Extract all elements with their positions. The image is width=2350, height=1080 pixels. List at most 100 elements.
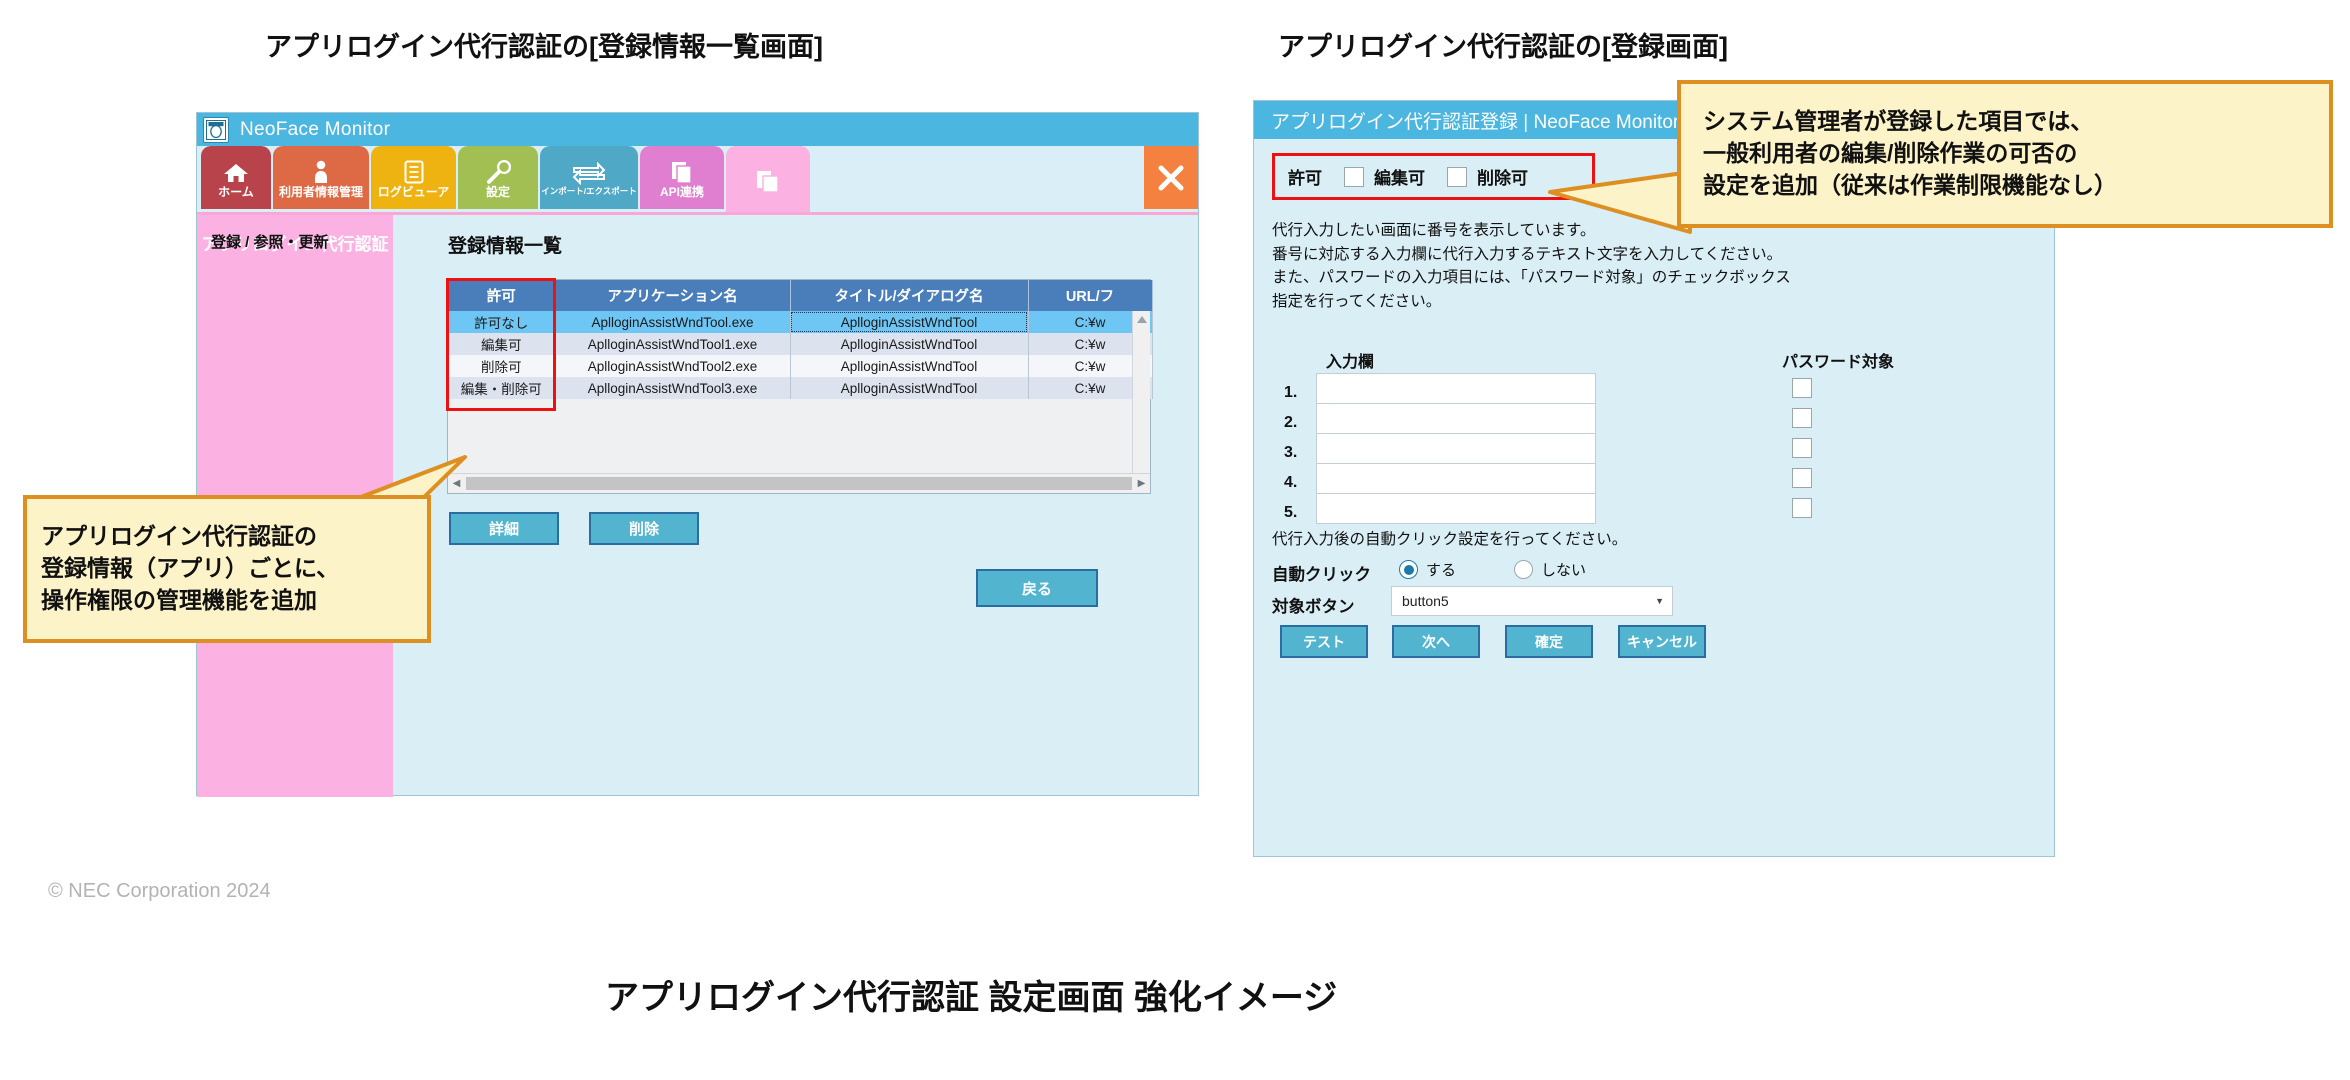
- instruction-line-3: また、パスワードの入力項目には、「パスワード対象」のチェックボックス: [1272, 269, 1791, 287]
- bottom-caption: アプリログイン代行認証 設定画面 強化イメージ: [605, 979, 1338, 1017]
- tab-api-link-label: API連携: [659, 184, 704, 199]
- sidebar-item-register-view-update[interactable]: 登録 / 参照・更新: [211, 231, 329, 252]
- target-button-value: button5: [1402, 593, 1449, 609]
- tab-log-viewer[interactable]: ログビューア: [371, 146, 456, 209]
- table-row[interactable]: 編集・削除可 AplloginAssistWndTool3.exe Apllog…: [448, 377, 1153, 399]
- next-button[interactable]: 次へ: [1392, 625, 1480, 658]
- password-checkbox-1[interactable]: [1792, 378, 1812, 398]
- close-button[interactable]: [1144, 146, 1198, 209]
- copyright-notice: © NEC Corporation 2024: [48, 880, 271, 902]
- input-row-number-1: 1.: [1284, 384, 1298, 401]
- home-icon: [223, 158, 249, 184]
- right-callout-line-3: 設定を追加（従来は作業制限機能なし）: [1703, 171, 2117, 198]
- tab-home-label: ホーム: [218, 184, 254, 199]
- test-button[interactable]: テスト: [1280, 625, 1368, 658]
- cell-title: AplloginAssistWndTool: [790, 377, 1029, 399]
- instructions-block: 代行入力したい画面に番号を表示しています。 番号に対応する入力欄に代行入力するテ…: [1272, 219, 1791, 313]
- right-window-title: アプリログイン代行認証登録 | NeoFace Monitor: [1271, 111, 1680, 133]
- input-row-number-5: 5.: [1284, 504, 1298, 521]
- cell-application: AplloginAssistWndTool2.exe: [555, 355, 791, 377]
- input-field-4[interactable]: [1316, 463, 1596, 494]
- cell-permission: 許可なし: [448, 311, 556, 333]
- left-callout-line-3: 操作権限の管理機能を追加: [41, 586, 317, 613]
- neoface-logo-icon: [203, 116, 229, 143]
- edit-allowed-label: 編集可: [1374, 169, 1425, 188]
- table-row[interactable]: 編集可 AplloginAssistWndTool1.exe AplloginA…: [448, 333, 1153, 355]
- cell-title: AplloginAssistWndTool: [790, 355, 1029, 377]
- autoclick-note: 代行入力後の自動クリック設定を行ってください。: [1272, 531, 1628, 548]
- tab-user-management-label: 利用者情報管理: [278, 184, 363, 199]
- autoclick-option-yes[interactable]: する: [1399, 559, 1456, 580]
- table-row[interactable]: 削除可 AplloginAssistWndTool2.exe AplloginA…: [448, 355, 1153, 377]
- target-button-select[interactable]: button5 ▼: [1391, 586, 1673, 616]
- input-field-2[interactable]: [1316, 403, 1596, 434]
- instruction-line-2: 番号に対応する入力欄に代行入力するテキスト文字を入力してください。: [1272, 245, 1783, 263]
- registration-list-window: NeoFace Monitor ホーム 利用者情報管理 ログビューア 設定 イン…: [196, 112, 1199, 797]
- autoclick-no-radio[interactable]: [1514, 560, 1533, 579]
- right-callout: システム管理者が登録した項目では、 一般利用者の編集/削除作業の可否の 設定を追…: [1677, 80, 2333, 228]
- back-button[interactable]: 戻る: [976, 569, 1098, 607]
- tab-app-login-proxy[interactable]: [726, 146, 810, 212]
- right-section-title: アプリログイン代行認証の[登録画面]: [1278, 32, 1728, 62]
- tab-settings[interactable]: 設定: [458, 146, 538, 209]
- col-application-name[interactable]: アプリケーション名: [555, 280, 791, 311]
- left-window-title: NeoFace Monitor: [240, 118, 391, 140]
- table-row[interactable]: 許可なし AplloginAssistWndTool.exe AplloginA…: [448, 311, 1153, 333]
- chevron-down-icon: ▼: [1655, 596, 1664, 606]
- cell-application: AplloginAssistWndTool3.exe: [555, 377, 791, 399]
- left-callout-line-2: 登録情報（アプリ）ごとに、: [41, 555, 340, 582]
- permission-label: 許可: [1288, 169, 1322, 188]
- target-button-label: 対象ボタン: [1272, 598, 1355, 616]
- autoclick-label: 自動クリック: [1272, 566, 1371, 584]
- tab-api-link[interactable]: API連携: [640, 146, 724, 209]
- right-callout-line-1: システム管理者が登録した項目では、: [1703, 108, 2094, 135]
- cell-permission: 編集・削除可: [448, 377, 556, 399]
- password-checkbox-2[interactable]: [1792, 408, 1812, 428]
- input-row-number-3: 3.: [1284, 444, 1298, 461]
- tab-user-management[interactable]: 利用者情報管理: [273, 146, 369, 209]
- edit-allowed-checkbox[interactable]: [1344, 166, 1364, 187]
- delete-button[interactable]: 削除: [589, 512, 699, 545]
- tab-import-export[interactable]: インポート/エクスポート: [540, 146, 638, 209]
- scroll-up-icon[interactable]: [1136, 316, 1147, 323]
- password-checkbox-3[interactable]: [1792, 438, 1812, 458]
- input-field-3[interactable]: [1316, 433, 1596, 464]
- wrench-icon: [485, 158, 511, 184]
- autoclick-yes-radio[interactable]: [1399, 560, 1418, 579]
- right-callout-line-2: 一般利用者の編集/削除作業の可否の: [1703, 140, 2078, 167]
- instruction-line-4: 指定を行ってください。: [1272, 292, 1442, 310]
- hscroll-thumb[interactable]: [466, 477, 1132, 490]
- delete-allowed-checkbox[interactable]: [1447, 166, 1467, 187]
- tab-log-viewer-label: ログビューア: [377, 184, 450, 199]
- col-permission[interactable]: 許可: [448, 280, 556, 311]
- pages-icon: [755, 168, 781, 194]
- table-horizontal-scrollbar[interactable]: ◀ ▶: [448, 473, 1150, 493]
- panel-title: 登録情報一覧: [448, 236, 563, 257]
- input-field-5[interactable]: [1316, 493, 1596, 524]
- cell-application: AplloginAssistWndTool1.exe: [555, 333, 791, 355]
- registration-table-container: 許可 アプリケーション名 タイトル/ダイアログ名 URL/フ 許可なし Apll…: [447, 279, 1153, 494]
- password-checkbox-4[interactable]: [1792, 468, 1812, 488]
- tab-home[interactable]: ホーム: [201, 146, 271, 209]
- password-checkbox-5[interactable]: [1792, 498, 1812, 518]
- input-row-number-2: 2.: [1284, 414, 1298, 431]
- scroll-right-icon[interactable]: ▶: [1133, 478, 1150, 489]
- cell-application: AplloginAssistWndTool.exe: [555, 311, 791, 333]
- tab-settings-label: 設定: [485, 184, 510, 199]
- password-column-header: パスワード対象: [1782, 354, 1895, 371]
- left-section-title: アプリログイン代行認証の[登録情報一覧画面]: [265, 32, 823, 62]
- detail-button[interactable]: 詳細: [449, 512, 559, 545]
- cancel-button[interactable]: キャンセル: [1618, 625, 1706, 658]
- confirm-button[interactable]: 確定: [1505, 625, 1593, 658]
- table-vertical-scrollbar[interactable]: [1132, 311, 1150, 493]
- col-title-dialog-name[interactable]: タイトル/ダイアログ名: [790, 280, 1029, 311]
- left-window-titlebar: NeoFace Monitor: [197, 113, 1198, 146]
- col-url-path[interactable]: URL/フ: [1028, 280, 1153, 311]
- autoclick-option-no[interactable]: しない: [1514, 559, 1586, 580]
- api-pages-icon: [670, 158, 694, 184]
- cell-title: AplloginAssistWndTool: [790, 333, 1029, 355]
- input-column-header: 入力欄: [1326, 354, 1375, 371]
- import-export-icon: [572, 159, 606, 186]
- input-field-1[interactable]: [1316, 373, 1596, 404]
- autoclick-no-label: しない: [1541, 562, 1587, 579]
